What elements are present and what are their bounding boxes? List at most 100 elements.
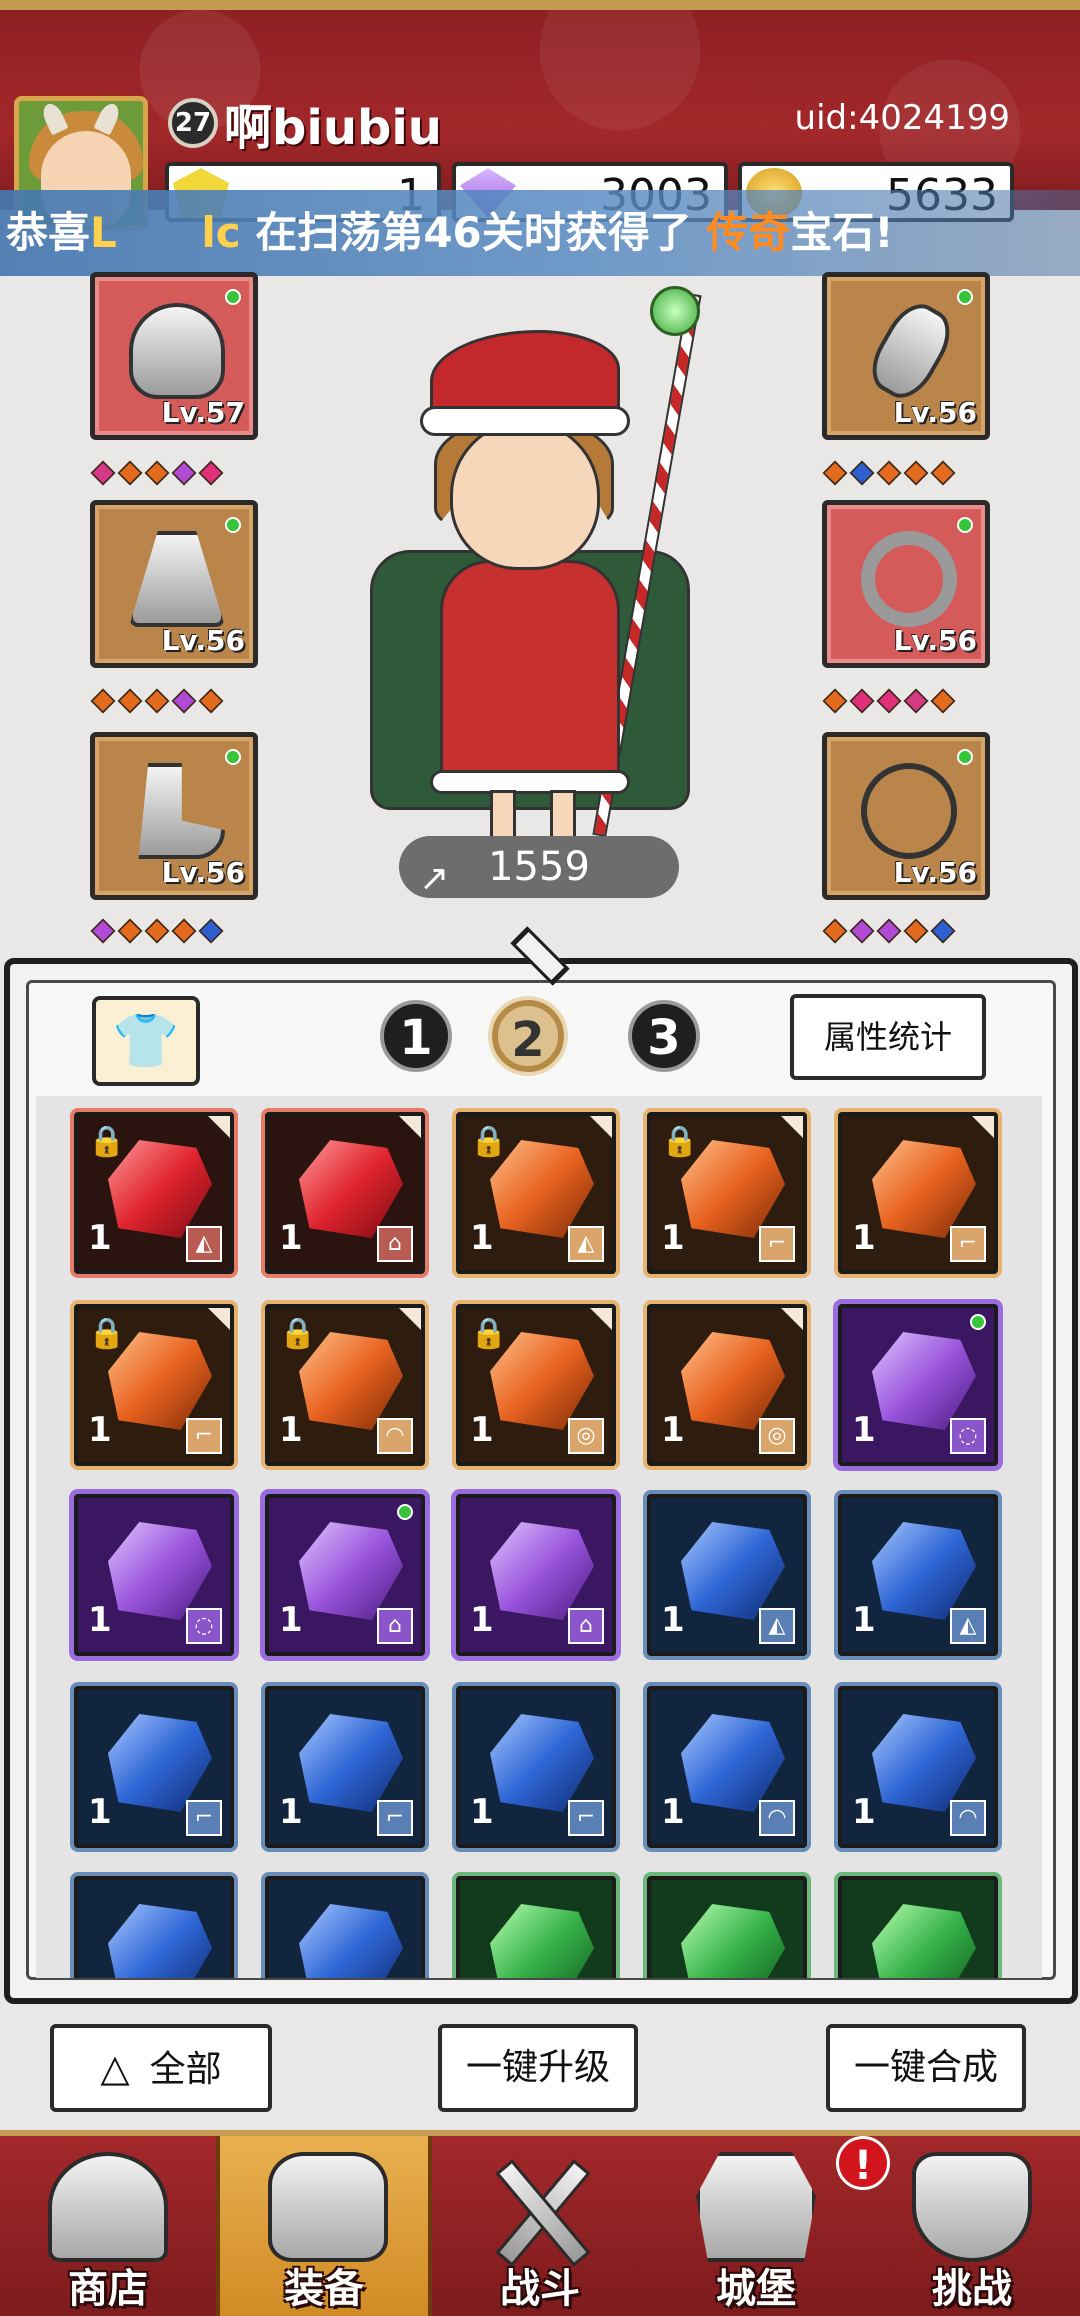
power-icon: ↗ (419, 858, 450, 899)
triangle-up-icon: △ (100, 2046, 130, 2090)
lock-icon: 🔒 (88, 1316, 126, 1351)
one-click-upgrade-button[interactable]: 一键升级 (438, 2024, 638, 2112)
gem-slot[interactable]: 1 ⌐ (74, 1686, 234, 1848)
gem-count: 1 (470, 1218, 494, 1258)
gem-slot[interactable]: 1 ◭ (647, 1494, 807, 1656)
lock-icon: 🔒 (279, 1316, 317, 1351)
gem-slot[interactable]: 🔒 1 ⌐ (74, 1304, 234, 1466)
new-dot (957, 517, 973, 533)
corner-fold (972, 1116, 994, 1138)
equip-slot-helmet[interactable]: Lv.57 (90, 272, 258, 440)
gem-slot[interactable]: 1 ◠ (838, 1686, 998, 1848)
gem-slot[interactable]: 1 ⌂ (265, 1494, 425, 1656)
equip-slot-arm[interactable]: Lv.56 (822, 272, 990, 440)
gem-slot[interactable]: 🔒 1 ◭ (74, 1112, 234, 1274)
lock-icon: 🔒 (661, 1124, 699, 1159)
orange-gem-icon (872, 1140, 976, 1238)
nav-equipment[interactable]: 装备 (216, 2136, 432, 2316)
lock-icon: 🔒 (470, 1124, 508, 1159)
nav-label: 装备 (284, 2266, 364, 2312)
equip-slot-cape[interactable]: Lv.56 (90, 500, 258, 668)
corner-fold (208, 1116, 230, 1138)
character-portrait (350, 280, 730, 860)
gem-slot[interactable]: 1 ◭ (838, 1494, 998, 1656)
gem-slot[interactable]: 1 ◠ (647, 1686, 807, 1848)
gem-slot[interactable]: 🔒 1 ◭ (456, 1112, 616, 1274)
socket-gems (822, 460, 956, 486)
equip-slot-necklace[interactable]: Lv.56 (822, 732, 990, 900)
gem-slot[interactable]: 1 ⌐ (265, 1686, 425, 1848)
tab-1[interactable]: 1 (380, 1000, 452, 1072)
gem-slot[interactable] (265, 1876, 425, 1978)
arm-guard-icon (861, 294, 961, 408)
gem-count: 1 (88, 1218, 112, 1258)
ring-icon (861, 531, 957, 627)
equip-slot-ring[interactable]: Lv.56 (822, 500, 990, 668)
helmet-type-icon: ◠ (950, 1800, 986, 1836)
combat-power-value: 1559 (488, 844, 590, 890)
broadcast-player2: lc (201, 208, 241, 257)
gem-slot[interactable]: 1 ⌐ (838, 1112, 998, 1274)
alert-badge: ! (836, 2136, 890, 2190)
ring-type-icon: ◎ (568, 1418, 604, 1454)
gem-slot[interactable]: 1 ⌂ (265, 1112, 425, 1274)
blue-gem-icon (108, 1904, 212, 1978)
costume-button[interactable]: 👕 (92, 996, 200, 1086)
broadcast-player: L (90, 208, 117, 257)
broadcast-middle: 在扫荡第46关时获得了 (255, 208, 692, 257)
gem-count: 1 (852, 1410, 876, 1450)
equip-level: Lv.56 (893, 856, 977, 889)
gem-slot[interactable]: 1 ◌ (74, 1494, 234, 1656)
gem-count: 1 (661, 1600, 685, 1640)
gem-count: 1 (470, 1792, 494, 1832)
gem-slot[interactable]: 1 ⌐ (456, 1686, 616, 1848)
gem-slot[interactable]: 1 ◌ (838, 1304, 998, 1466)
equip-slot-boots[interactable]: Lv.56 (90, 732, 258, 900)
tab-2[interactable]: 2 (492, 1000, 564, 1072)
nav-battle[interactable]: 战斗 (432, 2136, 648, 2316)
castle-icon (696, 2152, 816, 2262)
gem-slot[interactable]: 1 ◎ (647, 1304, 807, 1466)
gem-count: 1 (88, 1792, 112, 1832)
gem-slot[interactable] (456, 1876, 616, 1978)
nav-label: 城堡 (716, 2266, 796, 2312)
purple-gem-icon (108, 1522, 212, 1620)
corner-fold (590, 1116, 612, 1138)
equip-level: Lv.56 (893, 396, 977, 429)
attribute-stats-button[interactable]: 属性统计 (790, 994, 986, 1080)
gem-slot[interactable]: 🔒 1 ◎ (456, 1304, 616, 1466)
nav-castle[interactable]: 城堡 (648, 2136, 864, 2316)
gem-slot[interactable]: 1 ⌂ (456, 1494, 616, 1656)
socket-gems (90, 460, 224, 486)
combat-power: ↗ 1559 (399, 836, 679, 899)
green-gem-icon (490, 1904, 594, 1978)
red-gem-icon (299, 1140, 403, 1238)
gem-slot[interactable] (838, 1876, 998, 1978)
boots-type-icon: ⌂ (568, 1608, 604, 1644)
gem-count: 1 (852, 1600, 876, 1640)
new-dot (225, 289, 241, 305)
gem-slot[interactable] (74, 1876, 234, 1978)
one-click-merge-button[interactable]: 一键合成 (826, 2024, 1026, 2112)
gem-count: 1 (279, 1410, 303, 1450)
shop-icon (48, 2152, 168, 2262)
gem-slot[interactable]: 🔒 1 ◠ (265, 1304, 425, 1466)
gem-slot[interactable] (647, 1876, 807, 1978)
helmet-type-icon: ◠ (377, 1418, 413, 1454)
nav-challenge[interactable]: 挑战 (864, 2136, 1080, 2316)
filter-all-button[interactable]: △ 全部 (50, 2024, 272, 2112)
corner-fold (399, 1308, 421, 1330)
gem-slot[interactable]: 🔒 1 ⌐ (647, 1112, 807, 1274)
socket-gems (822, 688, 956, 714)
gem-count: 1 (852, 1218, 876, 1258)
blue-gem-icon (872, 1714, 976, 1812)
necklace-type-icon: ◌ (186, 1608, 222, 1644)
nav-shop[interactable]: 商店 (0, 2136, 216, 2316)
new-dot (957, 749, 973, 765)
gem-count: 1 (88, 1600, 112, 1640)
tab-3[interactable]: 3 (628, 1000, 700, 1072)
helmet-type-icon: ◠ (759, 1800, 795, 1836)
blue-gem-icon (681, 1714, 785, 1812)
blue-gem-icon (299, 1714, 403, 1812)
broadcast-prefix: 恭喜 (6, 208, 91, 257)
